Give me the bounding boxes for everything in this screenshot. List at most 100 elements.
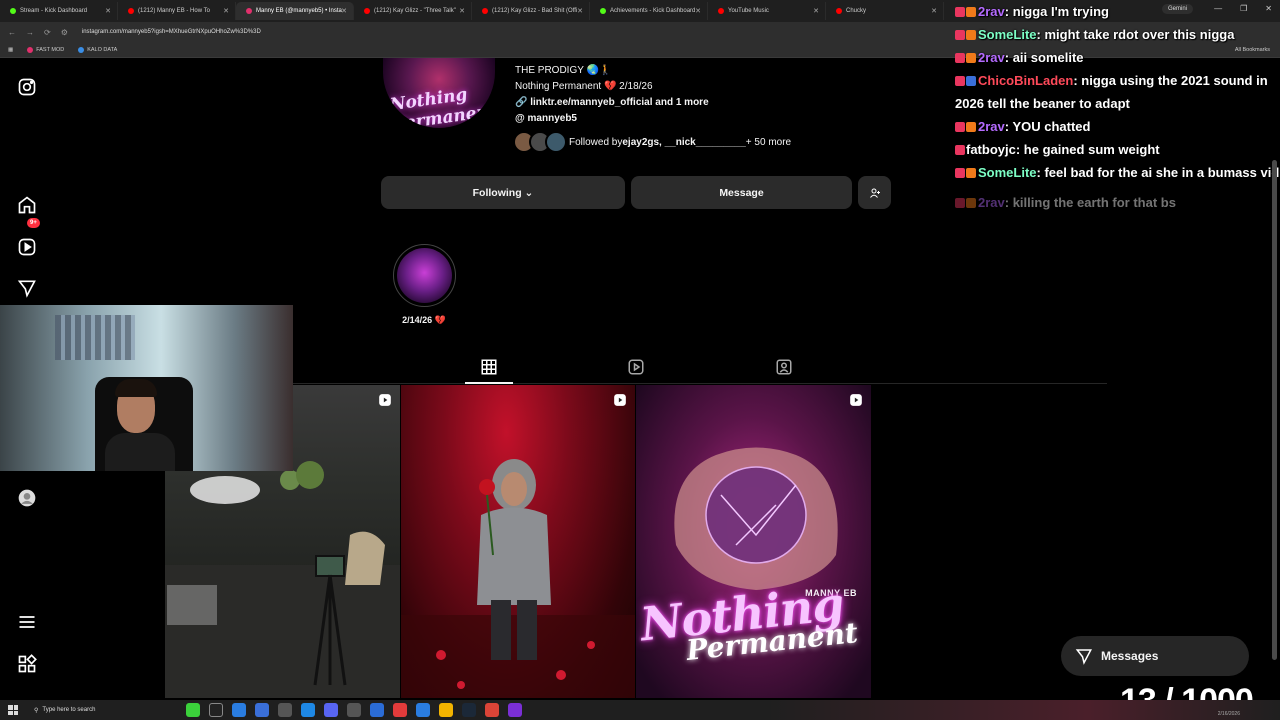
followed-by[interactable]: Followed by ejay2gs, __nick_________ + 5… <box>513 131 791 153</box>
tab-close-icon[interactable]: ✕ <box>105 7 111 15</box>
link-icon: 🔗 <box>515 97 531 108</box>
reel-indicator-icon <box>379 394 391 406</box>
following-button[interactable]: Following ⌄ <box>381 176 625 209</box>
tagged-tab-icon[interactable] <box>775 358 793 376</box>
chrome-icon[interactable] <box>439 703 453 717</box>
tab-close-icon[interactable]: ✕ <box>459 7 465 15</box>
taskbar-search[interactable]: ⚲ Type here to search <box>26 702 156 718</box>
browser-tab[interactable]: Manny EB (@mannyeb5) • Insta ✕ <box>236 2 354 20</box>
app-icon[interactable] <box>209 703 223 717</box>
story-highlight[interactable] <box>393 244 456 307</box>
apps-icon[interactable]: ▦ <box>8 47 13 53</box>
chat-username[interactable]: 2rav <box>978 119 1005 134</box>
chat-username[interactable]: SomeLite <box>978 27 1037 42</box>
url-input[interactable]: instagram.com/mannyeb5?igsh=MXhueGtrNXpu… <box>82 29 261 35</box>
back-icon[interactable]: ← <box>8 28 16 37</box>
chat-message: 2rav: killing the earth for that bs <box>955 191 1280 214</box>
tab-label: Manny EB (@mannyeb5) • Insta <box>256 8 342 14</box>
tab-label: (1212) Kay Glizz - "Three Talk" <box>374 8 456 14</box>
profile-picture[interactable]: Nothing Permanent <box>383 58 495 128</box>
reels-tab-icon[interactable] <box>627 358 645 376</box>
tab-close-icon[interactable]: ✕ <box>695 7 701 15</box>
bio-link[interactable]: 🔗 linktr.ee/mannyeb_official and 1 more <box>515 95 709 111</box>
chat-message: 2rav: aii somelite <box>955 46 1280 69</box>
app-icon[interactable] <box>416 703 430 717</box>
tab-close-icon[interactable]: ✕ <box>931 7 937 15</box>
post-thumbnail[interactable]: MANNY EB Nothing Permanent <box>636 385 871 698</box>
forward-icon[interactable]: → <box>26 28 34 37</box>
app-icon[interactable] <box>370 703 384 717</box>
tab-favicon-icon <box>600 8 606 14</box>
og-badge-icon <box>966 30 976 40</box>
more-menu-icon[interactable] <box>17 612 37 632</box>
tab-close-icon[interactable]: ✕ <box>223 7 229 15</box>
chat-badges <box>955 73 978 88</box>
browser-tab[interactable]: Achievements - Kick Dashboard ✕ <box>590 2 708 20</box>
chat-username[interactable]: SomeLite <box>978 165 1037 180</box>
chevron-down-icon: ⌄ <box>521 186 534 199</box>
instagram-logo-icon[interactable] <box>17 77 37 97</box>
add-user-icon <box>869 188 880 198</box>
app-icon[interactable] <box>255 703 269 717</box>
site-info-icon[interactable]: ⚙ <box>61 28 68 37</box>
bio-line: Nothing Permanent 💔 2/18/26 <box>515 81 653 92</box>
chrome-icon[interactable] <box>485 703 499 717</box>
bookmark-fast-mod[interactable]: FAST MOD <box>27 46 64 53</box>
chat-username[interactable]: 2rav <box>978 195 1005 210</box>
browser-tab[interactable]: (1212) Kay Glizz - "Three Talk" ✕ <box>354 2 472 20</box>
app-icon[interactable] <box>301 703 315 717</box>
browser-tab[interactable]: (1212) Manny EB - How To ✕ <box>118 2 236 20</box>
page-scrollbar[interactable] <box>1272 60 1278 700</box>
app-icon[interactable] <box>324 703 338 717</box>
og-badge-icon <box>966 7 976 17</box>
scroll-thumb[interactable] <box>1272 160 1277 660</box>
tab-close-icon[interactable]: ✕ <box>341 7 347 15</box>
chat-username[interactable]: 2rav <box>978 50 1005 65</box>
moderator-badge-icon <box>955 7 965 17</box>
chat-badges <box>955 50 978 65</box>
chat-badges <box>955 142 966 157</box>
moderator-badge-icon <box>955 198 965 208</box>
tab-label: Stream - Kick Dashboard <box>20 8 88 14</box>
home-icon[interactable] <box>17 195 37 215</box>
windows-taskbar: ⚲ Type here to search 2/16/2026 <box>0 700 1280 720</box>
og-badge-icon <box>966 122 976 132</box>
steam-icon[interactable] <box>462 703 476 717</box>
post-thumbnail[interactable] <box>401 385 635 698</box>
messages-button[interactable]: Messages <box>1061 636 1249 676</box>
also-from-meta-icon[interactable] <box>17 654 37 674</box>
browser-tab[interactable]: Stream - Kick Dashboard ✕ <box>0 2 118 20</box>
windows-start-icon[interactable] <box>8 705 18 715</box>
app-icon[interactable] <box>186 703 200 717</box>
browser-tab[interactable]: Chucky ✕ <box>826 2 944 20</box>
app-icon[interactable] <box>278 703 292 717</box>
browser-tab[interactable]: YouTube Music ✕ <box>708 2 826 20</box>
app-icon[interactable] <box>393 703 407 717</box>
chat-message: fatboyjc: he gained sum weight <box>955 138 1280 161</box>
reload-icon[interactable]: ⟳ <box>44 28 51 37</box>
direct-icon[interactable] <box>17 278 37 298</box>
posts-grid-icon[interactable] <box>480 358 498 376</box>
tab-label: (1212) Manny EB - How To <box>138 8 210 14</box>
app-icon[interactable] <box>508 703 522 717</box>
chat-username[interactable]: 2rav <box>978 4 1005 19</box>
avatar <box>545 131 567 153</box>
suggested-users-button[interactable] <box>858 176 891 209</box>
app-icon[interactable] <box>232 703 246 717</box>
moderator-badge-icon <box>955 145 965 155</box>
tab-favicon-icon <box>364 8 370 14</box>
chat-text: aii somelite <box>1012 50 1084 65</box>
profile-avatar-icon[interactable] <box>17 488 37 508</box>
chat-username[interactable]: ChicoBinLaden <box>978 73 1073 88</box>
reels-icon[interactable] <box>17 237 37 257</box>
tab-close-icon[interactable]: ✕ <box>577 7 583 15</box>
chat-username[interactable]: fatboyjc <box>966 142 1016 157</box>
browser-tab[interactable]: (1212) Kay Glizz - Bad Shit (Offi ✕ <box>472 2 590 20</box>
chat-badges <box>955 27 978 42</box>
app-icon[interactable] <box>347 703 361 717</box>
bookmark-favicon <box>27 46 34 53</box>
threads-link[interactable]: @ mannyeb5 <box>515 111 709 127</box>
message-button[interactable]: Message <box>631 176 852 209</box>
bookmark-kalo-data[interactable]: KALO DATA <box>78 46 117 53</box>
tab-close-icon[interactable]: ✕ <box>813 7 819 15</box>
